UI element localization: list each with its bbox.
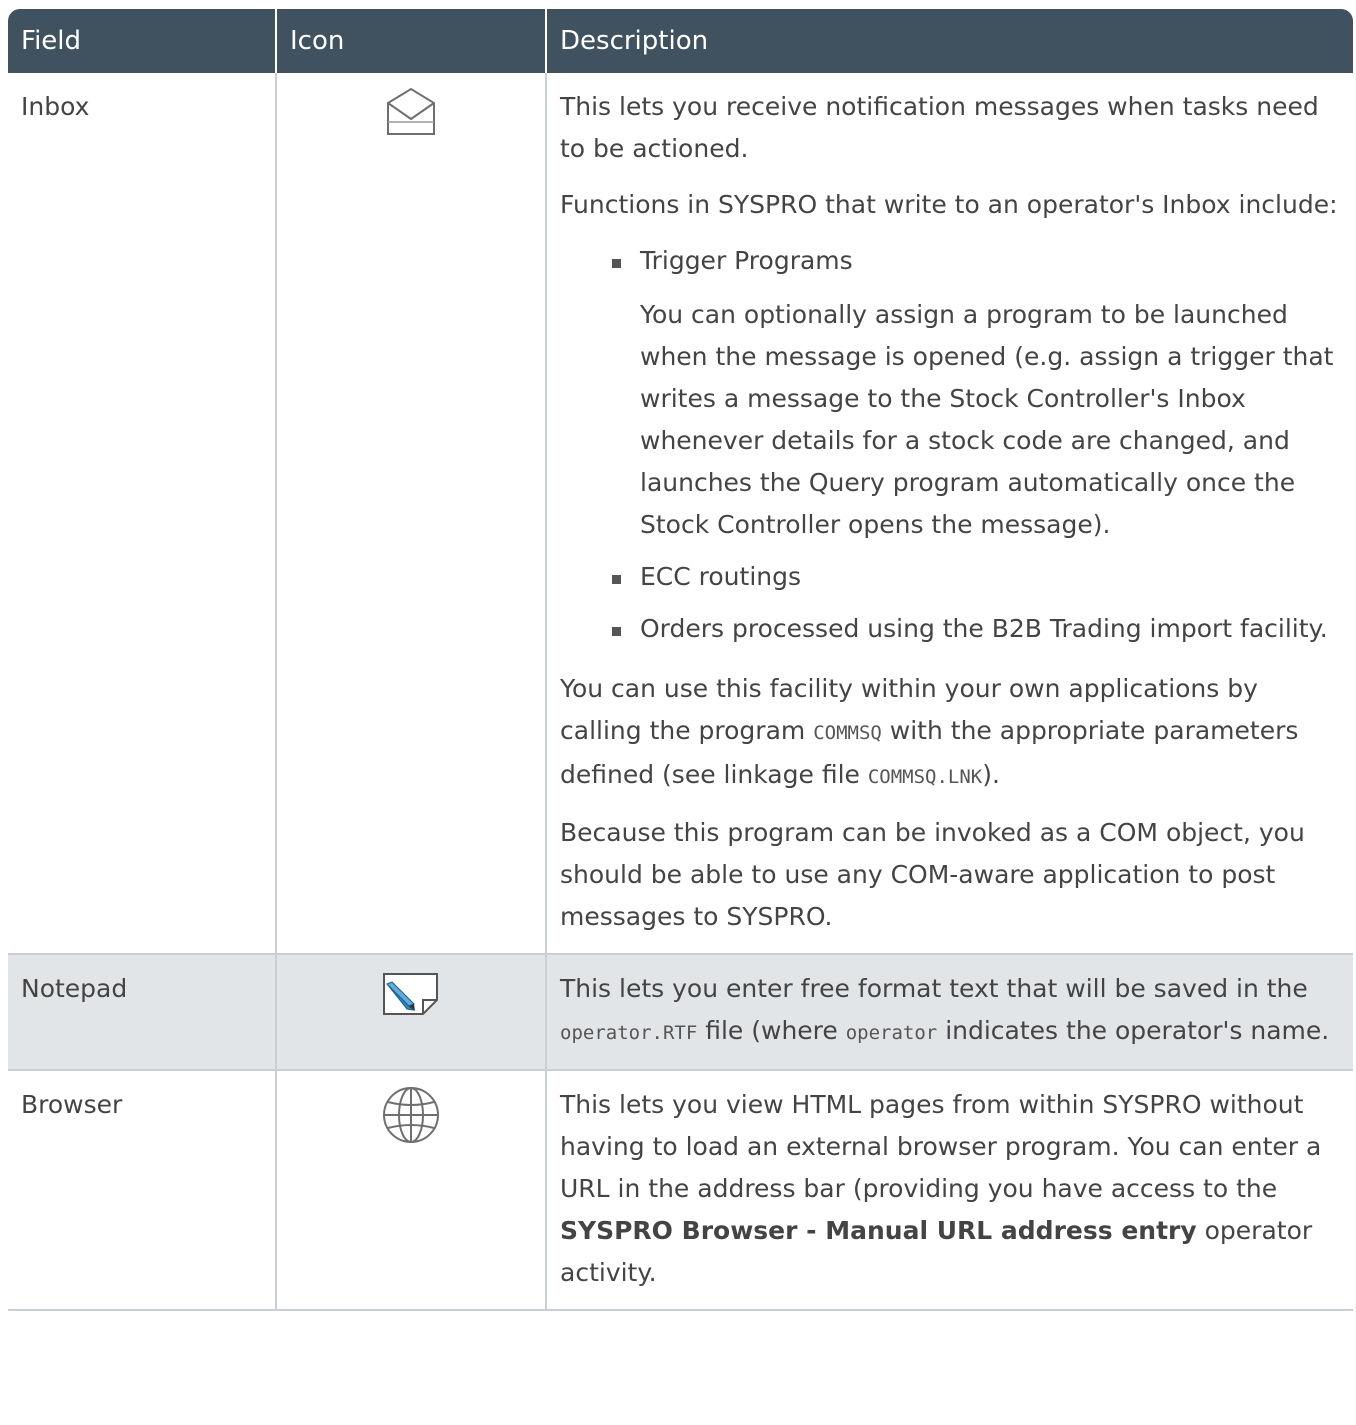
- field-notepad: Notepad: [8, 955, 277, 1071]
- fields-table: Field Icon Description Inbox This lets y…: [8, 9, 1353, 1311]
- list-item: Trigger Programs You can optionally assi…: [612, 240, 1342, 546]
- globe-icon: [379, 1084, 443, 1159]
- browser-text-a: This lets you view HTML pages from withi…: [560, 1090, 1322, 1203]
- table-row-browser: Browser This lets you view HTML pages fr…: [8, 1071, 1353, 1311]
- bullet-ecc-routings: ECC routings: [640, 562, 802, 591]
- usage-text-c: ).: [982, 760, 1000, 789]
- notepad-text-a: This lets you enter free format text tha…: [560, 974, 1308, 1003]
- notepad-text-c: indicates the operator's name.: [937, 1016, 1330, 1045]
- browser-activity-name: SYSPRO Browser - Manual URL address entr…: [560, 1216, 1197, 1245]
- code-operator-rtf: operator.RTF: [560, 1022, 698, 1044]
- inbox-intro: This lets you receive notification messa…: [560, 92, 1319, 163]
- bullet-trigger-programs: Trigger Programs: [640, 246, 853, 275]
- code-operator: operator: [845, 1022, 938, 1044]
- code-commsq: COMMSQ: [813, 722, 882, 744]
- description-inbox: This lets you receive notification messa…: [547, 73, 1353, 955]
- header-icon: Icon: [277, 9, 547, 73]
- table-header-row: Field Icon Description: [8, 9, 1353, 73]
- icon-cell-inbox: [277, 73, 547, 955]
- description-notepad: This lets you enter free format text tha…: [547, 955, 1353, 1071]
- inbox-com-paragraph: Because this program can be invoked as a…: [560, 818, 1305, 931]
- bullet-b2b-orders: Orders processed using the B2B Trading i…: [640, 614, 1328, 643]
- icon-cell-browser: [277, 1071, 547, 1311]
- header-description: Description: [547, 9, 1353, 73]
- icon-cell-notepad: [277, 955, 547, 1071]
- code-commsq-lnk: COMMSQ.LNK: [867, 766, 983, 788]
- table-row-inbox: Inbox This lets you receive notification…: [8, 73, 1353, 955]
- field-inbox: Inbox: [8, 73, 277, 955]
- trigger-programs-detail: You can optionally assign a program to b…: [640, 300, 1334, 539]
- description-browser: This lets you view HTML pages from withi…: [547, 1071, 1353, 1311]
- inbox-functions-lead: Functions in SYSPRO that write to an ope…: [560, 190, 1338, 219]
- list-item: Orders processed using the B2B Trading i…: [612, 608, 1342, 650]
- field-browser: Browser: [8, 1071, 277, 1311]
- envelope-open-icon: [381, 86, 441, 151]
- list-item: ECC routings: [612, 556, 1342, 598]
- notepad-text-b: file (where: [697, 1016, 846, 1045]
- header-field: Field: [8, 9, 277, 73]
- table-row-notepad: Notepad This lets you enter free format …: [8, 955, 1353, 1071]
- inbox-usage-paragraph: You can use this facility within your ow…: [560, 668, 1342, 798]
- notepad-pencil-icon: [379, 968, 443, 1033]
- inbox-functions-list: Trigger Programs You can optionally assi…: [560, 240, 1342, 650]
